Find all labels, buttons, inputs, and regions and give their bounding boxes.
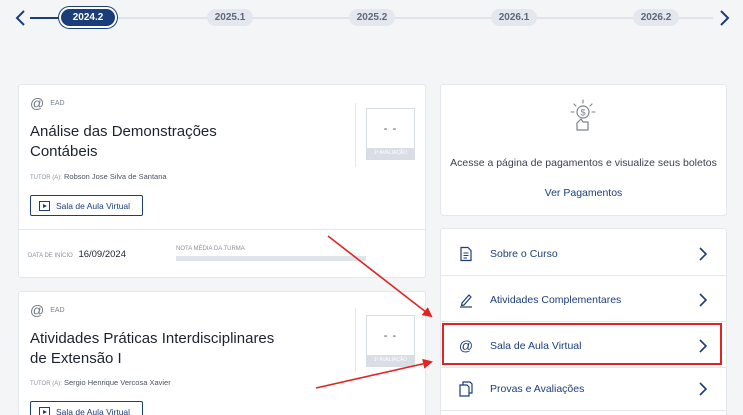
divider bbox=[355, 308, 356, 372]
start-date-label: DATA DE INÍCIO bbox=[28, 253, 73, 259]
virtual-classroom-label: Sala de Aula Virtual bbox=[56, 406, 131, 415]
view-payments-link[interactable]: Ver Pagamentos bbox=[441, 187, 726, 199]
copy-icon bbox=[459, 381, 473, 397]
divider bbox=[19, 229, 425, 230]
period-pill-2025-1[interactable]: 2025.1 bbox=[207, 9, 253, 26]
grade-label: 1ª AVALIAÇÃO bbox=[367, 355, 414, 366]
course-card: @ EAD Atividades Práticas Interdisciplin… bbox=[18, 291, 426, 415]
modality-tag: @ EAD bbox=[30, 302, 65, 318]
virtual-classroom-button[interactable]: Sala de Aula Virtual bbox=[30, 401, 143, 415]
tutor-name: Sergio Henrique Vercosa Xavier bbox=[63, 378, 171, 387]
payment-hand-icon: $ bbox=[570, 99, 596, 131]
tutor-info: TUTOR (A): Robson Jose Silva de Santana bbox=[30, 172, 167, 181]
at-icon: @ bbox=[30, 302, 45, 318]
course-title-line: de Extensão I bbox=[30, 350, 122, 367]
class-average-bar bbox=[176, 256, 366, 261]
play-icon bbox=[39, 200, 50, 211]
start-date: DATA DE INÍCIO 16/09/2024 bbox=[28, 249, 126, 260]
tutor-label: TUTOR (A): bbox=[30, 175, 62, 181]
period-pill-2025-2[interactable]: 2025.2 bbox=[349, 9, 395, 26]
course-title-line: Análise das Demonstrações bbox=[30, 123, 217, 140]
modality-label: EAD bbox=[50, 99, 65, 107]
grade-label: 1ª AVALIAÇÃO bbox=[367, 148, 414, 159]
modality-label: EAD bbox=[50, 306, 65, 314]
chevron-right-icon bbox=[699, 247, 708, 261]
document-icon bbox=[460, 246, 472, 262]
course-card: @ EAD Análise das Demonstrações Contábei… bbox=[18, 84, 426, 278]
tutor-name: Robson Jose Silva de Santana bbox=[63, 172, 167, 181]
grade-box: - - 1ª AVALIAÇÃO bbox=[366, 315, 415, 367]
course-title-line: Atividades Práticas Interdisciplinares bbox=[30, 330, 275, 347]
course-title: Análise das Demonstrações Contábeis bbox=[30, 122, 260, 162]
modality-tag: @ EAD bbox=[30, 95, 65, 111]
chevron-right-icon bbox=[699, 293, 708, 307]
tutor-info: TUTOR (A): Sergio Henrique Vercosa Xavie… bbox=[30, 378, 171, 387]
tutor-label: TUTOR (A): bbox=[30, 381, 62, 387]
payments-card: $ Acesse a página de pagamentos e visual… bbox=[440, 84, 727, 216]
course-title: Atividades Práticas Interdisciplinares d… bbox=[30, 329, 310, 369]
menu-item-label: Sobre o Curso bbox=[490, 248, 558, 260]
menu-item-exams[interactable]: Provas e Avaliações bbox=[441, 368, 726, 411]
divider bbox=[355, 103, 356, 167]
svg-text:$: $ bbox=[580, 108, 585, 118]
menu-item-complementary-activities[interactable]: Atividades Complementares bbox=[441, 279, 726, 322]
course-title-line: Contábeis bbox=[30, 143, 98, 160]
period-pill-2024-2[interactable]: 2024.2 bbox=[61, 9, 115, 26]
pen-icon bbox=[460, 294, 472, 308]
play-icon bbox=[39, 406, 50, 415]
period-timeline: 2024.2 2025.1 2025.2 2026.1 2026.2 bbox=[0, 0, 743, 36]
timeline-next-chevron-icon[interactable] bbox=[717, 8, 731, 28]
grade-value: - - bbox=[383, 330, 398, 342]
class-average-label: NOTA MÉDIA DA TURMA bbox=[176, 246, 245, 252]
menu-item-label: Atividades Complementares bbox=[490, 294, 622, 306]
menu-item-about-course[interactable]: Sobre o Curso bbox=[441, 233, 726, 276]
period-pill-2026-2[interactable]: 2026.2 bbox=[633, 9, 679, 26]
at-icon: @ bbox=[30, 95, 45, 111]
start-date-value: 16/09/2024 bbox=[78, 249, 126, 260]
chevron-right-icon bbox=[699, 382, 708, 396]
virtual-classroom-button[interactable]: Sala de Aula Virtual bbox=[30, 195, 143, 216]
course-menu: Sobre o Curso Atividades Complementares … bbox=[440, 228, 727, 415]
highlight-box bbox=[442, 323, 722, 365]
payments-description: Acesse a página de pagamentos e visualiz… bbox=[450, 157, 717, 169]
grade-box: - - 1ª AVALIAÇÃO bbox=[366, 108, 415, 160]
virtual-classroom-label: Sala de Aula Virtual bbox=[56, 200, 131, 211]
grade-value: - - bbox=[383, 123, 398, 135]
period-pill-2026-1[interactable]: 2026.1 bbox=[491, 9, 537, 26]
timeline-prev-chevron-icon[interactable] bbox=[14, 8, 28, 28]
menu-item-label: Provas e Avaliações bbox=[490, 383, 585, 395]
